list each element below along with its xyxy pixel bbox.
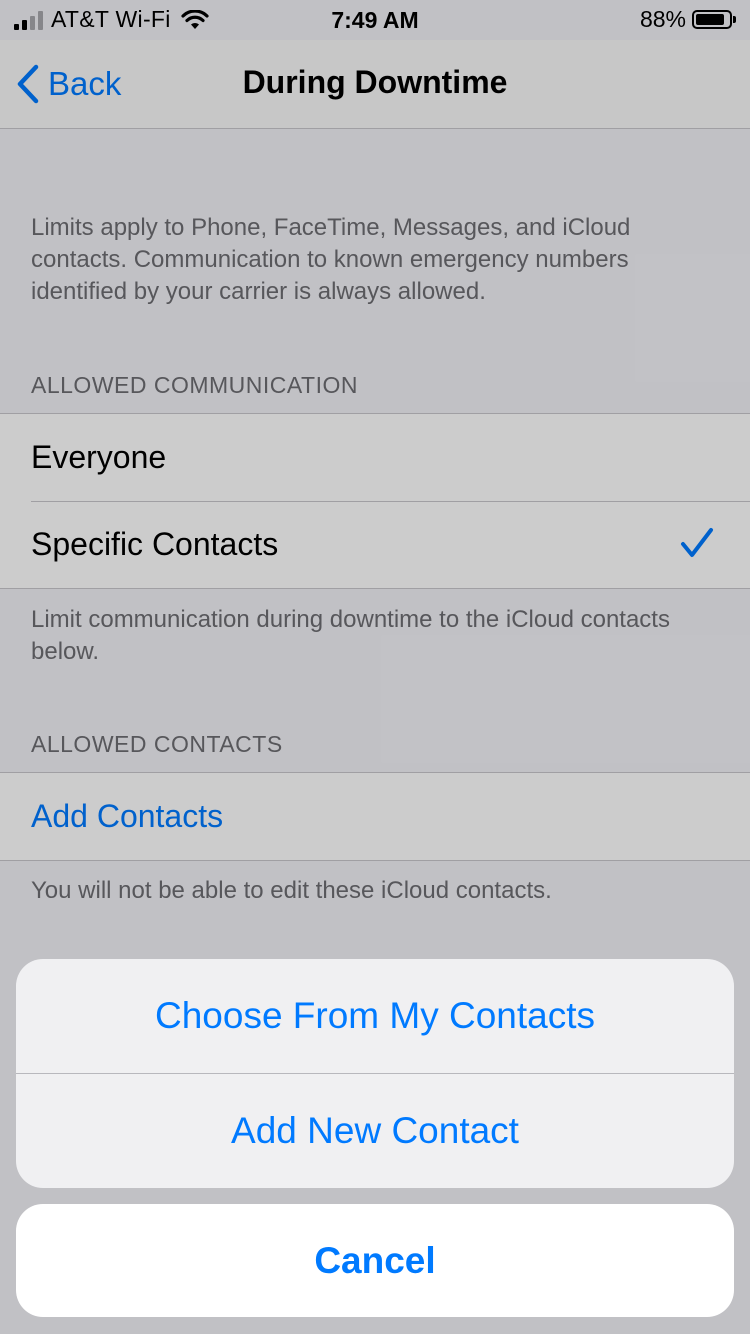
screen: AT&T Wi-Fi 7:49 AM 88% Back During Downt… [0, 0, 750, 1334]
cancel-button[interactable]: Cancel [16, 1204, 734, 1317]
action-sheet-cancel-group: Cancel [16, 1204, 734, 1317]
add-new-contact-button[interactable]: Add New Contact [16, 1073, 734, 1187]
choose-from-my-contacts-button[interactable]: Choose From My Contacts [16, 959, 734, 1073]
action-sheet: Choose From My Contacts Add New Contact [16, 959, 734, 1188]
